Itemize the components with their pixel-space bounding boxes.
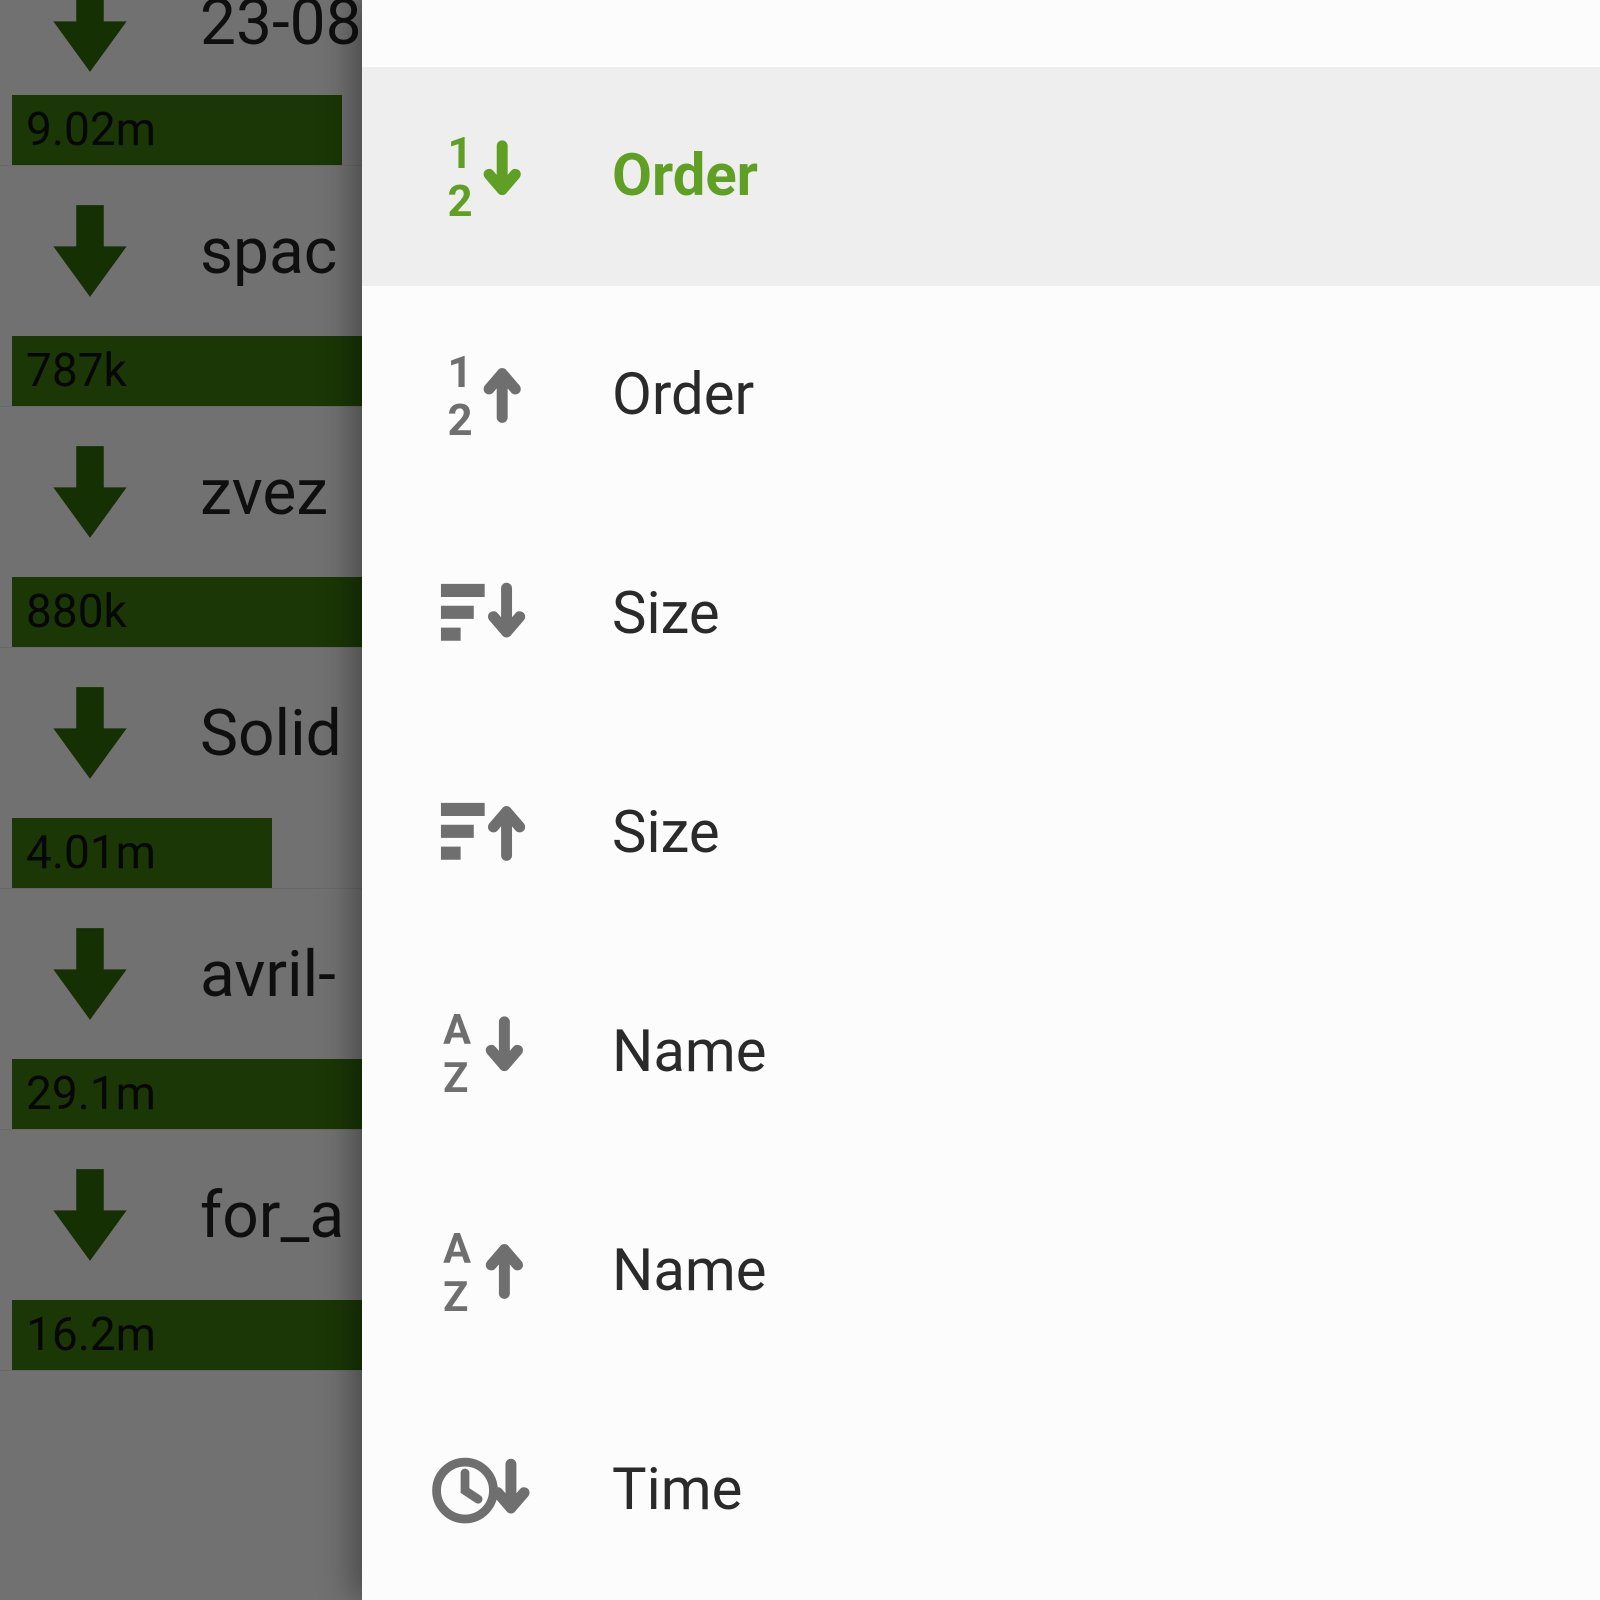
sort-option-size-asc[interactable]: Size: [362, 724, 1600, 943]
sort-option-label: Name: [612, 1018, 767, 1086]
sort-option-size-desc[interactable]: Size: [362, 505, 1600, 724]
sort-size-asc-icon: [412, 781, 552, 886]
sort-alpha-asc-icon: A Z: [412, 1219, 552, 1324]
sort-option-label: Time: [612, 1456, 742, 1524]
svg-text:A: A: [443, 1225, 471, 1274]
sort-option-label: Size: [612, 799, 720, 867]
svg-text:2: 2: [447, 175, 472, 227]
svg-text:1: 1: [447, 346, 472, 398]
sort-time-desc-icon: [412, 1438, 552, 1543]
svg-text:Z: Z: [443, 1054, 468, 1103]
svg-text:Z: Z: [443, 1273, 468, 1322]
sort-alpha-desc-icon: A Z: [412, 1000, 552, 1105]
sort-option-time-desc[interactable]: Time: [362, 1381, 1600, 1600]
sort-option-label: Size: [612, 580, 720, 648]
sort-option-name-asc[interactable]: A Z Name: [362, 1162, 1600, 1381]
svg-text:2: 2: [447, 394, 472, 446]
svg-text:1: 1: [447, 127, 472, 179]
sort-numeric-asc-icon: 1 2: [412, 343, 552, 448]
sort-option-label: Order: [612, 361, 754, 429]
sort-option-order-asc[interactable]: 1 2 Order: [362, 286, 1600, 505]
sort-numeric-desc-icon: 1 2: [412, 124, 552, 229]
sort-panel: 1 2 Order 1 2 Order: [362, 0, 1600, 1600]
sort-option-label: Name: [612, 1237, 767, 1305]
sort-option-name-desc[interactable]: A Z Name: [362, 943, 1600, 1162]
svg-text:A: A: [443, 1006, 471, 1055]
sort-option-label: Order: [612, 142, 758, 210]
sort-size-desc-icon: [412, 562, 552, 667]
sort-option-order-desc[interactable]: 1 2 Order: [362, 67, 1600, 286]
